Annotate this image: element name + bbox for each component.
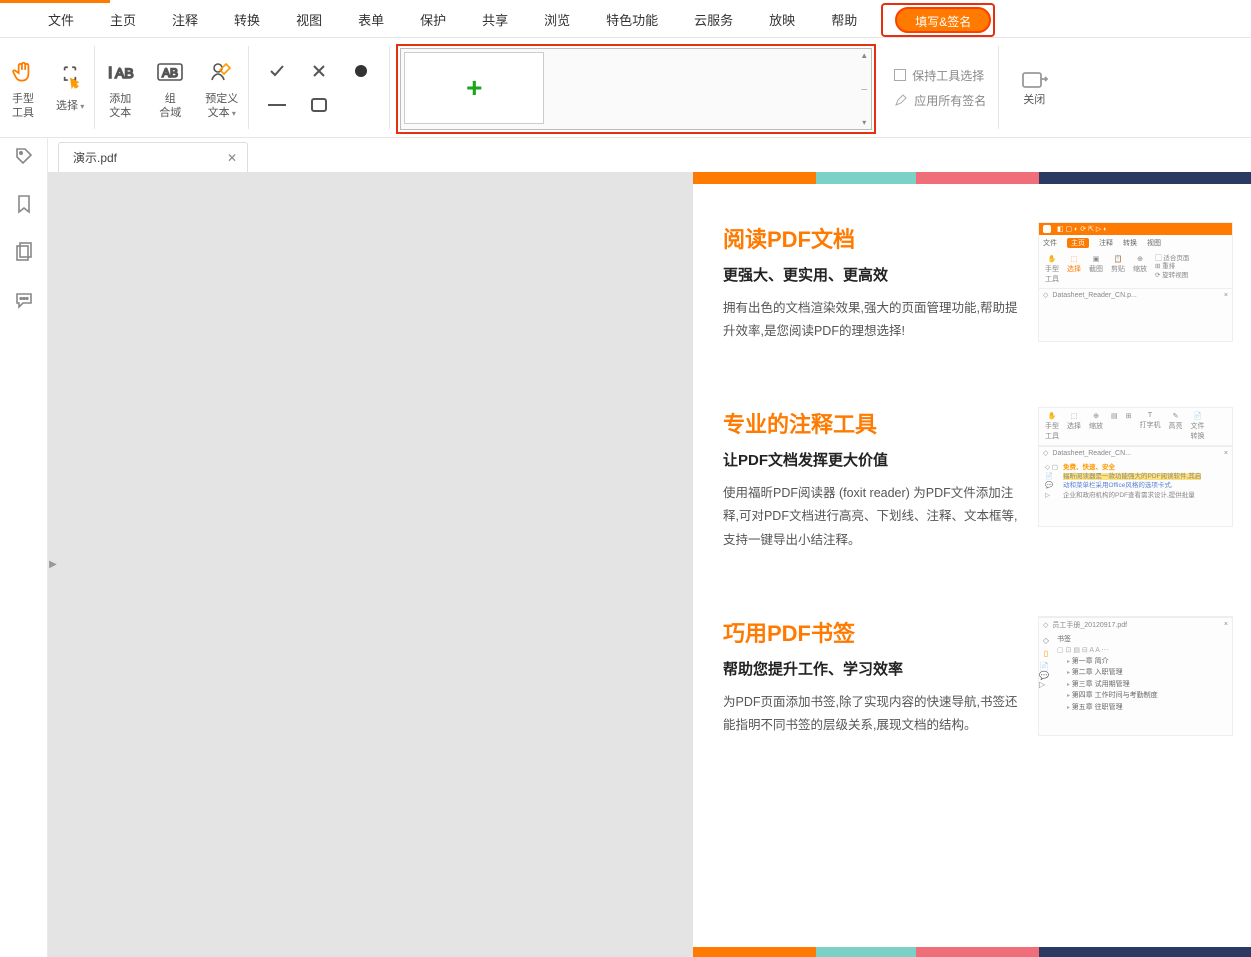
doc-right-page: 阅读PDF文档 更强大、更实用、更高效 拥有出色的文档渲染效果,强大的页面管理功… — [693, 172, 1251, 957]
doc-viewport: ▶ 阅读PDF文档 更强大、更实用、更高效 拥有出色的文档渲染效果,强大的页面管… — [48, 172, 1251, 957]
keep-tool-select-option[interactable]: 保持工具选择 — [894, 67, 986, 84]
panel-splitter[interactable]: ▶ — [48, 545, 58, 585]
top-stripe — [693, 172, 1251, 184]
feature-1-subtitle: 更强大、更实用、更高效 — [723, 264, 1018, 285]
menu-form[interactable]: 表单 — [340, 3, 402, 38]
rail-pages-icon[interactable] — [12, 240, 36, 264]
feature-2-subtitle: 让PDF文档发挥更大价值 — [723, 449, 1018, 470]
combo-field-icon: AB — [155, 55, 185, 89]
ribbon: 手型 工具 选择 IAB 添加 文本 AB 组 合域 预定义 文本 — [0, 38, 1251, 138]
close-icon — [1019, 68, 1049, 94]
svg-text:I: I — [108, 65, 112, 82]
tool-combo-field-label: 组 合域 — [159, 93, 181, 119]
ribbon-close-label: 关闭 — [1023, 94, 1045, 107]
tab-strip: 演示.pdf ✕ — [48, 138, 1251, 172]
doc-left-pane — [48, 172, 693, 957]
menu-cloud[interactable]: 云服务 — [676, 3, 751, 38]
tab-close-icon[interactable]: ✕ — [227, 151, 237, 165]
feature-1-title: 阅读PDF文档 — [723, 222, 1018, 254]
tool-hand-label: 手型 工具 — [12, 93, 34, 119]
pen-icon — [894, 93, 908, 107]
scroll-down-icon[interactable]: ▾ — [862, 118, 866, 127]
ribbon-sep-3 — [389, 46, 390, 129]
rail-tag-icon[interactable] — [12, 144, 36, 168]
svg-text:AB: AB — [162, 66, 178, 80]
tool-predef-text[interactable]: 预定义 文本 — [195, 38, 248, 137]
svg-text:AB: AB — [115, 65, 134, 81]
left-rail — [0, 138, 48, 957]
tool-add-text[interactable]: IAB 添加 文本 — [95, 38, 145, 137]
menu-file[interactable]: 文件 — [30, 3, 92, 38]
menu-convert[interactable]: 转换 — [216, 3, 278, 38]
feature-bookmark: 巧用PDF书签 帮助您提升工作、学习效率 为PDF页面添加书签,除了实现内容的快… — [693, 578, 1251, 763]
bottom-stripe — [693, 947, 1251, 957]
ribbon-close[interactable]: 关闭 — [999, 38, 1069, 137]
scroll-up-icon[interactable]: ▲ — [860, 51, 868, 60]
menu-share[interactable]: 共享 — [464, 3, 526, 38]
menu-features[interactable]: 特色功能 — [588, 3, 676, 38]
feature-read-pdf: 阅读PDF文档 更强大、更实用、更高效 拥有出色的文档渲染效果,强大的页面管理功… — [693, 184, 1251, 369]
feature-1-thumb: ◧ ▢ ◐ ⟳ ⇱ ▷ ◐ 文件 主页 注释 转换 视图 ✋手型 工具 ⬚选择 … — [1038, 222, 1233, 342]
menubar: 文件 主页 注释 转换 视图 表单 保护 共享 浏览 特色功能 云服务 放映 帮… — [0, 3, 1251, 38]
ribbon-options: 保持工具选择 应用所有签名 — [882, 38, 998, 137]
document-tab-title: 演示.pdf — [73, 149, 117, 166]
shape-rect-icon[interactable] — [309, 95, 329, 115]
tool-add-text-label: 添加 文本 — [109, 93, 131, 119]
body-area: 演示.pdf ✕ ▶ 阅读PDF文档 更强大、更实用、更高效 — [0, 138, 1251, 957]
feature-3-thumb: ◇员工手册_20120917.pdf× ◇ ▯ 📄 💬 ▷ 书签 ▢ ⊡ ▤ ⊟… — [1038, 616, 1233, 736]
signature-gallery: + ▲ ─ ▾ — [400, 48, 872, 130]
feature-2-thumb: ✋手型 工具 ⬚选择 ⊕缩放 ▤ ⊞ T打字机 ✎高亮 📄文件 转换 ◇Data… — [1038, 407, 1233, 527]
feature-3-title: 巧用PDF书签 — [723, 616, 1018, 648]
document-tab[interactable]: 演示.pdf ✕ — [58, 142, 248, 172]
feature-2-desc: 使用福昕PDF阅读器 (foxit reader) 为PDF文件添加注释,可对P… — [723, 482, 1018, 551]
fill-sign-highlight: 填写&签名 — [881, 3, 995, 37]
keep-tool-select-label: 保持工具选择 — [912, 67, 984, 84]
shape-buttons — [249, 38, 389, 137]
shape-dot-icon[interactable] — [351, 61, 371, 81]
feature-2-title: 专业的注释工具 — [723, 407, 1018, 439]
add-text-icon: IAB — [105, 55, 135, 89]
feature-3-subtitle: 帮助您提升工作、学习效率 — [723, 658, 1018, 679]
tool-predef-text-label: 预定义 文本 — [205, 93, 238, 119]
tool-select-label: 选择 — [56, 100, 84, 113]
feature-annotation: 专业的注释工具 让PDF文档发挥更大价值 使用福昕PDF阅读器 (foxit r… — [693, 369, 1251, 577]
rail-comments-icon[interactable] — [12, 288, 36, 312]
feature-3-desc: 为PDF页面添加书签,除了实现内容的快速导航,书签还能指明不同书签的层级关系,展… — [723, 691, 1018, 737]
signature-scrollbar[interactable]: ▲ ─ ▾ — [857, 49, 871, 129]
scroll-mid-icon[interactable]: ─ — [861, 85, 867, 94]
tool-select[interactable]: 选择 — [46, 38, 94, 137]
menu-browse[interactable]: 浏览 — [526, 3, 588, 38]
plus-icon: + — [466, 72, 482, 104]
menu-view[interactable]: 视图 — [278, 3, 340, 38]
tool-combo-field[interactable]: AB 组 合域 — [145, 38, 195, 137]
shape-line-icon[interactable] — [267, 95, 287, 115]
hand-icon — [10, 55, 36, 89]
checkbox-icon[interactable] — [894, 69, 906, 81]
menu-help[interactable]: 帮助 — [813, 3, 875, 38]
tabs-and-doc: 演示.pdf ✕ ▶ 阅读PDF文档 更强大、更实用、更高效 — [48, 138, 1251, 957]
predef-text-icon — [208, 55, 236, 89]
menu-protect[interactable]: 保护 — [402, 3, 464, 38]
tool-hand[interactable]: 手型 工具 — [0, 38, 46, 137]
menu-fill-sign[interactable]: 填写&签名 — [895, 7, 991, 33]
menu-home[interactable]: 主页 — [92, 3, 154, 38]
rail-bookmark-icon[interactable] — [12, 192, 36, 216]
menu-comment[interactable]: 注释 — [154, 3, 216, 38]
shape-x-icon[interactable] — [309, 61, 329, 81]
apply-all-sign-label: 应用所有签名 — [914, 92, 986, 109]
shape-empty — [351, 95, 371, 115]
select-icon — [57, 62, 83, 96]
add-signature-button[interactable]: + — [404, 52, 544, 124]
signature-area-highlight: + ▲ ─ ▾ — [396, 44, 876, 134]
apply-all-sign-option[interactable]: 应用所有签名 — [894, 92, 986, 109]
feature-1-desc: 拥有出色的文档渲染效果,强大的页面管理功能,帮助提升效率,是您阅读PDF的理想选… — [723, 297, 1018, 343]
shape-check-icon[interactable] — [267, 61, 287, 81]
menu-slideshow[interactable]: 放映 — [751, 3, 813, 38]
